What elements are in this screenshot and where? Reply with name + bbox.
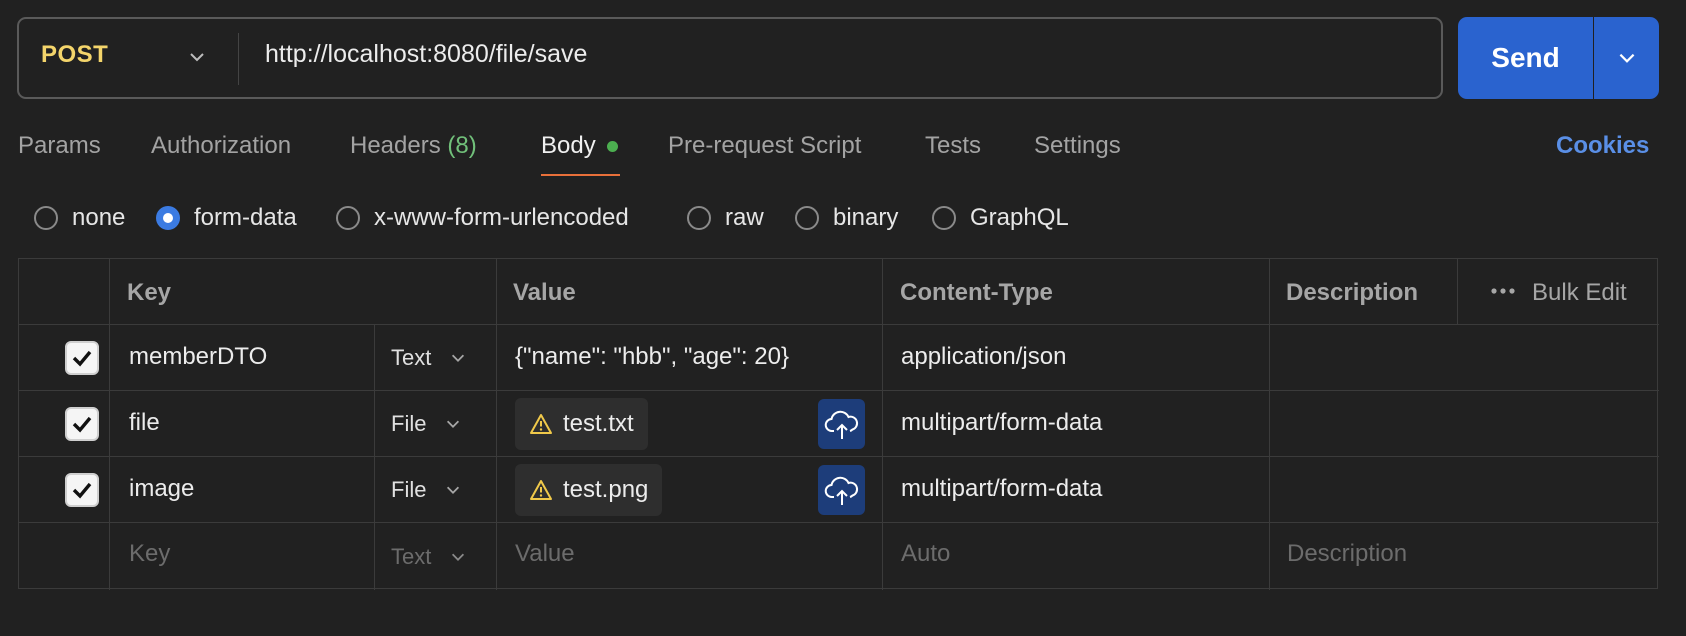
value-input[interactable]: Value <box>515 540 575 568</box>
tab-headers-count: (8) <box>447 132 477 159</box>
radio-label: form-data <box>194 204 297 231</box>
column-divider <box>1269 259 1270 590</box>
description-input[interactable]: Description <box>1287 540 1407 568</box>
send-button[interactable]: Send <box>1458 17 1593 99</box>
type-select[interactable]: Text <box>391 345 467 371</box>
key-field[interactable]: memberDTO <box>129 343 267 371</box>
type-select[interactable]: File <box>391 477 462 503</box>
radio-circle[interactable] <box>932 206 956 230</box>
radio-graphql[interactable]: GraphQL <box>932 203 1069 233</box>
radio-binary[interactable]: binary <box>795 203 898 233</box>
type-label: File <box>391 477 427 502</box>
tab-headers-label: Headers <box>350 132 441 159</box>
radio-label: raw <box>725 204 764 231</box>
url-bar: POST http://localhost:8080/file/save <box>17 17 1443 99</box>
radio-raw[interactable]: raw <box>687 203 764 233</box>
cookies-link[interactable]: Cookies <box>1556 132 1649 160</box>
key-field[interactable]: image <box>129 475 194 503</box>
type-select[interactable]: Text <box>391 544 467 570</box>
upload-button[interactable] <box>818 399 865 449</box>
tab-authorization[interactable]: Authorization <box>151 132 291 160</box>
check-icon <box>72 350 92 367</box>
tab-params[interactable]: Params <box>18 132 101 160</box>
type-label: Text <box>391 544 432 569</box>
send-options-button[interactable] <box>1594 17 1659 99</box>
content-type-field[interactable]: multipart/form-data <box>901 409 1102 437</box>
type-label: File <box>391 411 427 436</box>
key-field[interactable]: file <box>129 409 160 437</box>
content-type-field[interactable]: application/json <box>901 343 1066 371</box>
tab-settings[interactable]: Settings <box>1034 132 1121 160</box>
method-select[interactable]: POST <box>41 41 108 69</box>
value-field[interactable]: {"name": "hbb", "age": 20} <box>515 343 789 371</box>
tab-pre-request-script[interactable]: Pre-request Script <box>668 132 861 160</box>
chevron-down-icon <box>452 354 465 362</box>
column-divider <box>109 259 110 590</box>
radio-label: x-www-form-urlencoded <box>374 204 629 231</box>
column-header-key: Key <box>127 279 172 306</box>
tab-headers[interactable]: Headers (8) <box>350 132 477 160</box>
row-checkbox[interactable] <box>65 407 99 441</box>
radio-label: GraphQL <box>970 204 1069 231</box>
upload-button[interactable] <box>818 465 865 515</box>
file-name: test.png <box>563 476 649 503</box>
tab-body[interactable]: Body <box>541 132 596 160</box>
bulk-edit-button[interactable]: Bulk Edit <box>1532 279 1627 307</box>
chevron-down-icon <box>447 420 460 428</box>
check-icon <box>72 482 92 499</box>
chevron-down-icon[interactable] <box>187 47 207 67</box>
radio-none[interactable]: none <box>34 203 125 233</box>
radio-circle[interactable] <box>687 206 711 230</box>
form-data-table: Key Value Content-Type Description Bulk … <box>18 258 1659 590</box>
column-divider <box>882 259 883 590</box>
check-icon <box>72 416 92 433</box>
column-header-description: Description <box>1286 279 1419 306</box>
column-divider <box>1457 259 1458 324</box>
radio-circle[interactable] <box>34 206 58 230</box>
file-chip[interactable]: test.png <box>515 464 663 516</box>
body-modified-dot <box>607 141 618 152</box>
content-type-input[interactable]: Auto <box>901 540 950 568</box>
row-checkbox[interactable] <box>65 341 99 375</box>
file-chip[interactable]: test.txt <box>515 398 648 450</box>
url-divider <box>238 33 239 85</box>
radio-label: binary <box>833 204 899 231</box>
radio-form-data[interactable]: form-data <box>156 203 297 233</box>
row-divider <box>19 456 1659 457</box>
row-divider <box>19 390 1659 391</box>
column-divider <box>496 259 497 590</box>
content-type-field[interactable]: multipart/form-data <box>901 475 1102 503</box>
radio-circle[interactable] <box>795 206 819 230</box>
radio-x-www-form-urlencoded[interactable]: x-www-form-urlencoded <box>336 203 629 233</box>
active-tab-indicator <box>541 174 620 176</box>
column-header-content-type: Content-Type <box>900 279 1053 306</box>
radio-circle-selected[interactable] <box>156 206 180 230</box>
row-checkbox[interactable] <box>65 473 99 507</box>
type-select[interactable]: File <box>391 411 462 437</box>
type-label: Text <box>391 345 432 370</box>
cloud-upload-icon <box>824 410 858 439</box>
chevron-down-icon <box>1619 53 1634 63</box>
cloud-upload-icon <box>824 476 858 505</box>
key-input[interactable]: Key <box>129 540 170 568</box>
column-divider <box>374 324 375 590</box>
row-divider <box>19 324 1659 325</box>
column-header-value: Value <box>513 279 576 306</box>
radio-label: none <box>72 204 126 231</box>
url-input[interactable]: http://localhost:8080/file/save <box>265 40 587 69</box>
tab-tests[interactable]: Tests <box>925 132 981 160</box>
more-options-icon[interactable] <box>1489 281 1517 301</box>
row-divider <box>19 522 1659 523</box>
file-name: test.txt <box>563 410 634 437</box>
radio-circle[interactable] <box>336 206 360 230</box>
chevron-down-icon <box>452 553 465 561</box>
warning-icon <box>530 414 552 434</box>
warning-icon <box>530 480 552 500</box>
chevron-down-icon <box>447 486 460 494</box>
